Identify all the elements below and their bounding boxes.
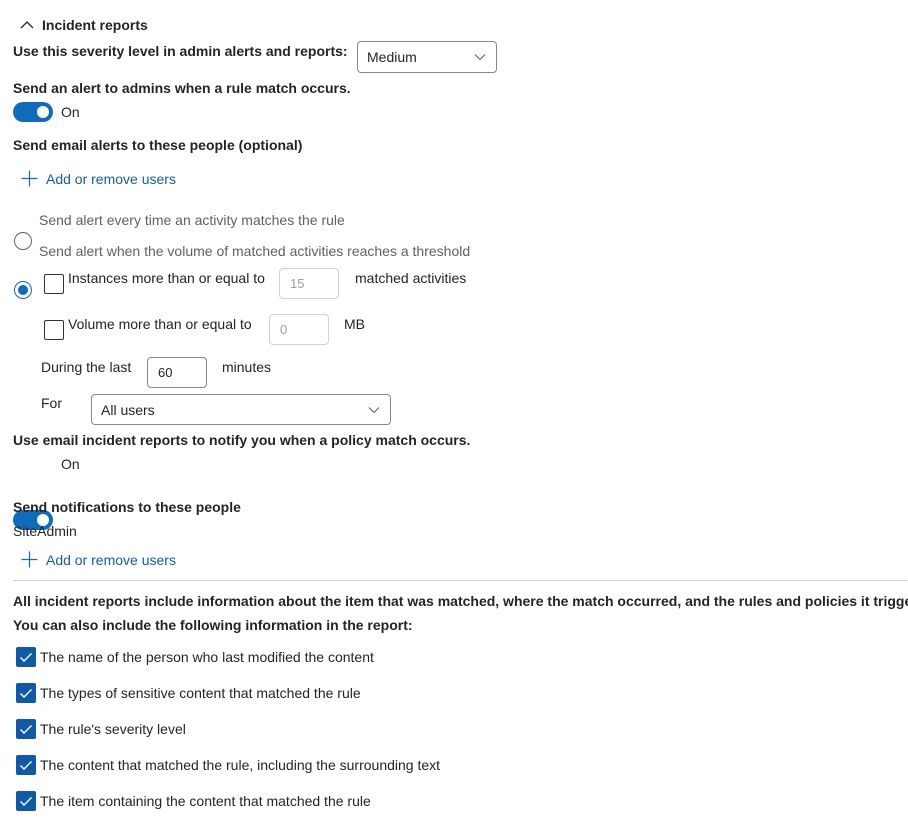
report-option-label: The item containing the content that mat… — [40, 793, 371, 809]
admin-alert-label: Send an alert to admins when a rule matc… — [13, 80, 351, 96]
notifications-add-users-button[interactable]: Add or remove users — [21, 551, 176, 568]
plus-icon — [21, 551, 38, 568]
checkmark-icon — [20, 652, 32, 662]
report-info-text: All incident reports include information… — [13, 593, 908, 609]
severity-dropdown[interactable]: Medium — [357, 41, 497, 73]
instances-suffix: matched activities — [355, 270, 467, 286]
volume-input[interactable]: 0 — [269, 314, 329, 345]
volume-suffix: MB — [344, 316, 365, 332]
toggle-knob — [37, 106, 49, 118]
admin-alert-toggle-state: On — [61, 104, 80, 120]
report-option-checkbox[interactable] — [16, 755, 36, 775]
instances-input[interactable]: 15 — [279, 268, 339, 299]
chevron-down-icon — [474, 54, 486, 61]
instances-checkbox[interactable] — [44, 274, 64, 294]
email-alerts-add-users-button[interactable]: Add or remove users — [21, 170, 176, 187]
section-title: Incident reports — [42, 17, 148, 33]
incident-reports-panel: Incident reports Use this severity level… — [0, 0, 908, 831]
chevron-up-icon — [20, 21, 34, 29]
severity-label: Use this severity level in admin alerts … — [13, 43, 348, 59]
incident-reports-header[interactable]: Incident reports — [20, 14, 148, 36]
incident-reports-toggle-state: On — [61, 456, 80, 472]
plus-icon — [21, 170, 38, 187]
during-suffix: minutes — [222, 359, 272, 375]
for-label: For — [41, 395, 62, 411]
notifications-label: Send notifications to these people — [13, 499, 241, 515]
chevron-down-icon — [368, 406, 380, 413]
radio-every-time[interactable] — [14, 232, 32, 250]
for-users-dropdown[interactable]: All users — [91, 394, 391, 425]
report-option-checkbox[interactable] — [16, 683, 36, 703]
checkmark-icon — [20, 688, 32, 698]
add-users-label: Add or remove users — [46, 170, 176, 187]
report-option-label: The types of sensitive content that matc… — [40, 685, 361, 701]
email-alerts-label: Send email alerts to these people (optio… — [13, 137, 303, 153]
for-users-value: All users — [101, 401, 155, 418]
radio-threshold-label: Send alert when the volume of matched ac… — [39, 243, 471, 259]
incident-reports-label: Use email incident reports to notify you… — [13, 432, 471, 448]
divider — [13, 580, 907, 581]
report-info-subtext: You can also include the following infor… — [13, 617, 413, 633]
report-option-checkbox[interactable] — [16, 647, 36, 667]
add-users-label: Add or remove users — [46, 551, 176, 568]
severity-value: Medium — [367, 49, 417, 65]
report-option-label: The content that matched the rule, inclu… — [40, 757, 441, 773]
checkmark-icon — [20, 760, 32, 770]
instances-label: Instances more than or equal to — [68, 270, 265, 286]
checkmark-icon — [20, 796, 32, 806]
radio-threshold[interactable] — [14, 281, 32, 299]
radio-every-time-label: Send alert every time an activity matche… — [39, 212, 345, 228]
during-input[interactable]: 60 — [147, 357, 207, 388]
report-option-checkbox[interactable] — [16, 719, 36, 739]
during-label: During the last — [41, 359, 132, 375]
report-option-label: The rule's severity level — [40, 721, 186, 737]
volume-label: Volume more than or equal to — [68, 316, 252, 332]
notification-user: SiteAdmin — [13, 523, 77, 539]
report-option-label: The name of the person who last modified… — [40, 649, 374, 665]
report-option-checkbox[interactable] — [16, 791, 36, 811]
admin-alert-toggle[interactable] — [13, 102, 53, 122]
checkmark-icon — [20, 724, 32, 734]
volume-checkbox[interactable] — [44, 320, 64, 340]
